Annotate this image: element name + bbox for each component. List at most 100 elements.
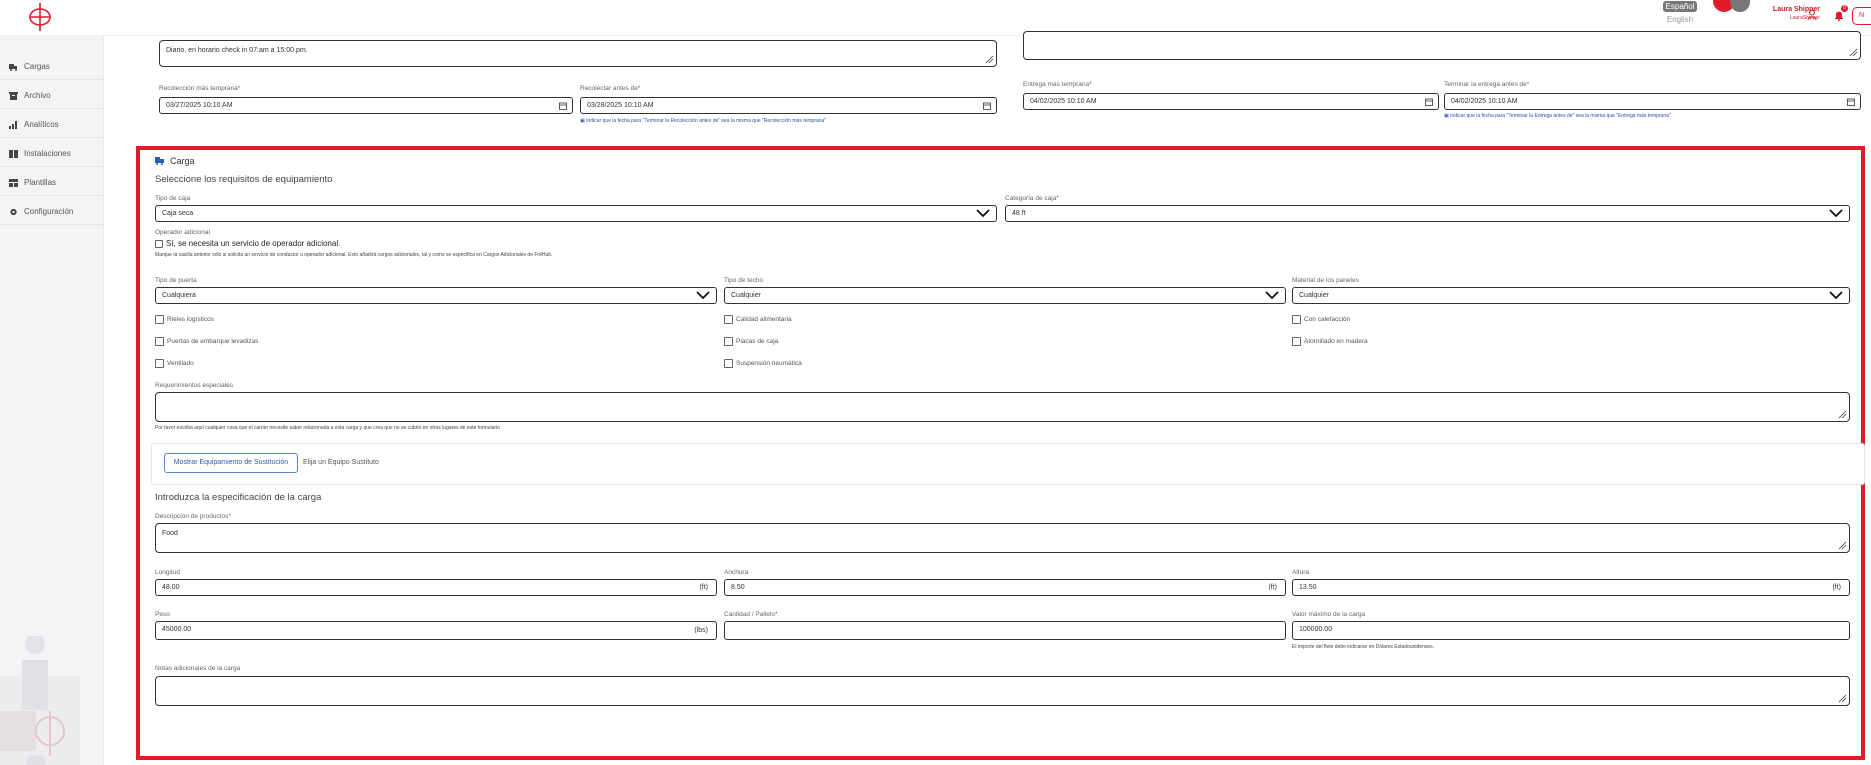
resize-handle-icon[interactable] bbox=[985, 55, 994, 64]
spec-heading: Introduzca la especificación de la carga bbox=[155, 492, 322, 503]
checkbox-box[interactable] bbox=[155, 239, 163, 248]
delivery-instructions-textarea[interactable] bbox=[1023, 31, 1861, 60]
decorative-pattern bbox=[0, 636, 80, 765]
delivery-latest-label: Terminar la entrega antes de* bbox=[1444, 81, 1530, 88]
sidebar-item-plantillas[interactable]: Plantillas bbox=[0, 170, 104, 196]
door-type-select[interactable]: Cualquiera bbox=[155, 287, 717, 304]
quantity-pallets-label: Cantidad / Pallets* bbox=[724, 611, 778, 618]
max-value-label: Valor máximo de la carga bbox=[1292, 611, 1366, 618]
length-unit: (ft) bbox=[699, 584, 708, 591]
truck-icon bbox=[155, 157, 164, 165]
sidebar-item-label: Cargas bbox=[24, 62, 50, 71]
cargo-title-text: Carga bbox=[170, 156, 195, 166]
extra-operator-checkbox[interactable]: Sí, se necesita un servicio de operador … bbox=[155, 239, 340, 248]
checkbox-box[interactable] bbox=[724, 337, 733, 346]
sidebar-item-label: Plantillas bbox=[24, 178, 57, 187]
check-ventilated[interactable]: Ventilado bbox=[155, 359, 194, 368]
user-avatar[interactable] bbox=[1730, 0, 1750, 12]
calendar-icon[interactable] bbox=[559, 102, 567, 110]
check-air-suspension[interactable]: Suspensión neumática bbox=[724, 359, 802, 368]
sidebar-item-configuracion[interactable]: Configuración bbox=[0, 199, 104, 225]
special-requirements-textarea[interactable] bbox=[155, 392, 1850, 422]
check-label: Rieles logísticos bbox=[167, 316, 214, 323]
pickup-instructions-textarea[interactable]: Diario, en horario check in 07:am a 15:0… bbox=[159, 40, 997, 67]
main-content: Diario, en horario check in 07:am a 15:0… bbox=[104, 31, 1871, 765]
checkbox-box[interactable] bbox=[1292, 337, 1301, 346]
sidebar-item-label: Instalaciones bbox=[24, 149, 71, 158]
sidebar-item-archivo[interactable]: Archivo bbox=[0, 83, 104, 109]
length-input[interactable]: 48.00 (ft) bbox=[155, 579, 717, 596]
product-description-label: Descripción de productos* bbox=[155, 513, 231, 520]
language-switch[interactable]: Español English bbox=[1662, 1, 1698, 24]
delivery-latest-value: 04/02/2025 10:10 AM bbox=[1451, 98, 1518, 105]
calendar-icon[interactable] bbox=[1425, 98, 1433, 106]
checkbox-box[interactable] bbox=[155, 359, 164, 368]
sidebar-item-label: Analíticos bbox=[24, 120, 59, 129]
brand-logo[interactable] bbox=[26, 2, 54, 32]
show-substitution-button[interactable]: Mostrar Equipamiento de Sustitución bbox=[164, 453, 298, 473]
pickup-latest-input[interactable]: 03/28/2025 10:10 AM bbox=[580, 97, 997, 114]
roof-type-select[interactable]: Cualquier bbox=[724, 287, 1286, 304]
width-input[interactable]: 8.50 (ft) bbox=[724, 579, 1286, 596]
calendar-icon[interactable] bbox=[983, 102, 991, 110]
weight-label: Peso bbox=[155, 611, 170, 618]
checkbox-box[interactable] bbox=[155, 315, 164, 324]
check-liftgate[interactable]: Puertas de embarque levadizas bbox=[155, 337, 258, 346]
template-icon bbox=[9, 178, 18, 187]
box-type-select[interactable]: Caja seca bbox=[155, 205, 997, 222]
box-category-value: 48 ft bbox=[1012, 210, 1026, 217]
product-description-textarea[interactable]: Food bbox=[155, 523, 1850, 553]
max-value-value: 100000.00 bbox=[1299, 626, 1333, 633]
roof-type-value: Cualquier bbox=[731, 292, 761, 299]
sidebar-item-label: Archivo bbox=[24, 91, 51, 100]
check-box-plates[interactable]: Placas de caja bbox=[724, 337, 778, 346]
check-heated[interactable]: Con calefacción bbox=[1292, 315, 1350, 324]
delivery-earliest-input[interactable]: 04/02/2025 10:10 AM bbox=[1023, 93, 1439, 110]
check-logistic-rails[interactable]: Rieles logísticos bbox=[155, 315, 214, 324]
new-load-button[interactable]: N bbox=[1852, 7, 1871, 25]
calendar-icon[interactable] bbox=[1847, 98, 1855, 106]
check-wood-bolted[interactable]: Atornillado en madera bbox=[1292, 337, 1368, 346]
height-unit: (ft) bbox=[1832, 584, 1841, 591]
delivery-same-date-hint[interactable]: ▣ Indicar que la fecha para "Terminar la… bbox=[1444, 113, 1671, 119]
pickup-hint-text: Indicar que la fecha para "Terminar la R… bbox=[586, 118, 827, 124]
resize-handle-icon[interactable] bbox=[1838, 541, 1847, 550]
quantity-pallets-input[interactable] bbox=[724, 621, 1286, 640]
check-food-grade[interactable]: Calidad alimentaria bbox=[724, 315, 792, 324]
sidebar-item-label: Configuración bbox=[24, 207, 74, 216]
pickup-earliest-input[interactable]: 03/27/2025 10:10 AM bbox=[159, 97, 573, 114]
extra-operator-hint: Marque la casilla anterior sólo si solic… bbox=[155, 252, 553, 258]
panel-material-value: Cualquier bbox=[1299, 292, 1329, 299]
additional-notes-textarea[interactable] bbox=[155, 676, 1850, 706]
chevron-down-icon bbox=[1265, 291, 1279, 300]
max-value-input[interactable]: 100000.00 bbox=[1292, 621, 1850, 640]
user-icon[interactable] bbox=[1807, 9, 1817, 21]
checkbox-box[interactable] bbox=[155, 337, 164, 346]
resize-handle-icon[interactable] bbox=[1838, 410, 1847, 419]
box-category-select[interactable]: 48 ft bbox=[1005, 205, 1850, 222]
lang-es[interactable]: Español bbox=[1662, 1, 1698, 12]
weight-input[interactable]: 45000.00 (lbs) bbox=[155, 621, 717, 640]
lang-en[interactable]: English bbox=[1662, 15, 1698, 24]
check-label: Ventilado bbox=[167, 360, 194, 367]
width-label: Anchura bbox=[724, 569, 749, 576]
checkbox-box[interactable] bbox=[724, 359, 733, 368]
delivery-hint-text: Indicar que la fecha para "Terminar la E… bbox=[1450, 113, 1671, 119]
resize-handle-icon[interactable] bbox=[1838, 694, 1847, 703]
height-value: 13.50 bbox=[1299, 584, 1317, 591]
sidebar-item-analiticos[interactable]: Analíticos bbox=[0, 112, 104, 138]
delivery-earliest-label: Entrega más temprana* bbox=[1023, 81, 1092, 88]
checkbox-box[interactable] bbox=[724, 315, 733, 324]
cargo-section: Carga Seleccione los requisitos de equip… bbox=[136, 146, 1865, 760]
pickup-latest-label: Recolectar antes de* bbox=[580, 85, 641, 92]
panel-material-select[interactable]: Cualquier bbox=[1292, 287, 1850, 304]
height-input[interactable]: 13.50 (ft) bbox=[1292, 579, 1850, 596]
delivery-latest-input[interactable]: 04/02/2025 10:10 AM bbox=[1444, 93, 1861, 110]
box-type-value: Caja seca bbox=[162, 210, 194, 217]
checkbox-box[interactable] bbox=[1292, 315, 1301, 324]
pickup-same-date-hint[interactable]: ▣ Indicar que la fecha para "Terminar la… bbox=[580, 118, 826, 124]
sidebar-item-instalaciones[interactable]: Instalaciones bbox=[0, 141, 104, 167]
resize-handle-icon[interactable] bbox=[1849, 48, 1858, 57]
delivery-earliest-value: 04/02/2025 10:10 AM bbox=[1030, 98, 1097, 105]
sidebar-item-cargas[interactable]: Cargas bbox=[0, 54, 104, 80]
